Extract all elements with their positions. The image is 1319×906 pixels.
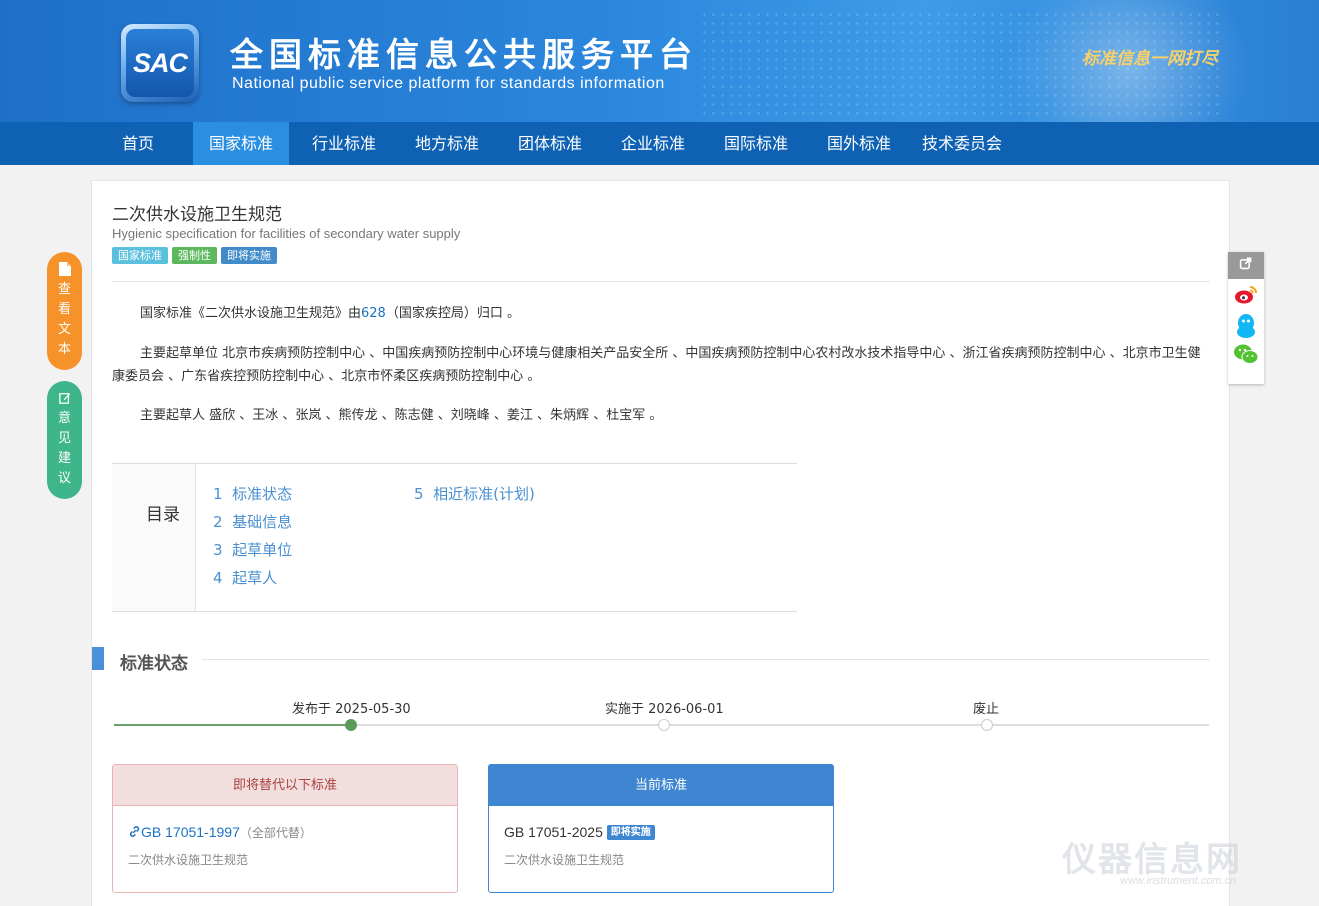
current-code-text: GB 17051-2025 [504,824,603,840]
toc-num: 2 [213,513,223,531]
timeline-label-implemented: 实施于 2026-06-01 [605,702,724,717]
toc-item-basic-info[interactable]: 2 基础信息 [213,511,292,532]
replaced-standard-link[interactable]: GB 17051-1997 [128,824,240,840]
link-icon [129,826,140,837]
timeline-label-abolished: 废止 [973,702,1000,717]
tag-upcoming: 即将实施 [221,247,277,264]
nav-item-home[interactable]: 首页 [104,122,172,165]
nav-item-foreign[interactable]: 国外标准 [811,122,907,165]
replaced-standard-code: GB 17051-1997（全部代替） [128,824,312,841]
toc-item-similar-standards[interactable]: 5 相近标准(计划) [414,483,535,504]
timeline-progress [114,724,351,726]
section-marker [92,647,104,670]
current-standard-code: GB 17051-2025 即将实施 [504,824,655,840]
nav-item-group[interactable]: 团体标准 [502,122,598,165]
toc-text: 标准状态 [232,485,293,503]
nav-item-national[interactable]: 国家标准 [193,122,289,165]
feedback-button[interactable]: 意 见 建 议 [47,381,82,499]
qq-icon[interactable] [1234,312,1258,340]
toc-num: 3 [213,541,223,559]
tag-national: 国家标准 [112,247,168,264]
replaced-standard-name: 二次供水设施卫生规范 [128,853,249,867]
standard-detail-card: 二次供水设施卫生规范 Hygienic specification for fa… [91,180,1230,906]
view-text-char: 查 [57,282,71,297]
toc-item-drafting-units[interactable]: 3 起草单位 [213,539,292,560]
intro-text: 国家标准《二次供水设施卫生规范》由 [140,306,362,321]
weibo-icon[interactable] [1233,284,1259,306]
committee-link[interactable]: 628 [361,306,386,321]
site-title-en: National public service platform for sta… [232,75,665,92]
toc-text: 相近标准(计划) [433,485,535,503]
upcoming-badge: 即将实施 [606,825,655,840]
intro-paragraph-drafters: 主要起草人 盛欣 、王冰 、张岚 、熊传龙 、陈志健 、刘晓峰 、姜江 、朱炳辉… [140,408,663,423]
table-of-contents: 目录 1 标准状态 2 基础信息 3 起草单位 4 起草人 5 相近标准(计划) [112,463,797,612]
current-standard-header: 当前标准 [489,765,833,806]
replaced-standards-box: 即将替代以下标准 GB 17051-1997（全部代替） 二次供水设施卫生规范 [112,764,458,893]
view-text-char: 本 [57,342,71,357]
view-text-button[interactable]: 查 看 文 本 [47,252,82,370]
nav-item-international[interactable]: 国际标准 [708,122,804,165]
view-text-char: 文 [57,322,71,337]
toc-text: 起草人 [232,569,278,587]
wechat-icon[interactable] [1232,342,1260,366]
toc-text: 基础信息 [232,513,293,531]
nav-item-industry[interactable]: 行业标准 [296,122,392,165]
feedback-char: 建 [57,451,71,466]
intro-paragraph-units: 主要起草单位 北京市疾病预防控制中心 、中国疾病预防控制中心环境与健康相关产品安… [112,346,1201,384]
tag-mandatory: 强制性 [172,247,217,264]
feedback-char: 意 [57,411,71,426]
slogan: 标准信息一网打尽 [1082,49,1218,69]
toc-label: 目录 [146,505,180,525]
replaced-code-text: GB 17051-1997 [141,824,240,840]
feedback-char: 见 [57,431,71,446]
timeline-dot-abolished [981,719,993,731]
timeline-dot-implemented [658,719,670,731]
divider [112,281,1210,282]
edit-icon [58,393,70,404]
replace-note: （全部代替） [239,826,312,840]
watermark-logo: 仪器信息网 [1062,840,1242,880]
toc-num: 4 [213,569,223,587]
toc-num: 1 [213,485,223,503]
share-bar [1228,252,1264,384]
current-standard-box: 当前标准 GB 17051-2025 即将实施 二次供水设施卫生规范 [488,764,834,893]
standard-title: 二次供水设施卫生规范 [112,205,282,225]
toc-item-status[interactable]: 1 标准状态 [213,483,292,504]
toc-text: 起草单位 [232,541,293,559]
standard-title-en: Hygienic specification for facilities of… [112,226,461,241]
timeline-label-published: 发布于 2025-05-30 [292,702,411,717]
intro-text: （国家疾控局）归口 。 [385,306,520,321]
toc-body: 1 标准状态 2 基础信息 3 起草单位 4 起草人 5 相近标准(计划) [196,464,797,611]
nav-item-local[interactable]: 地方标准 [399,122,495,165]
toc-num: 5 [414,485,424,503]
watermark-url: www.instrument.com.cn [1120,875,1237,887]
main-nav: 首页 国家标准 行业标准 地方标准 团体标准 企业标准 国际标准 国外标准 技术… [0,122,1319,165]
section-title-status: 标准状态 [120,654,188,674]
share-icon[interactable] [1228,252,1264,279]
nav-item-committee[interactable]: 技术委员会 [914,122,1010,165]
view-text-char: 看 [57,302,71,317]
timeline-dot-published [345,719,357,731]
standard-tags: 国家标准 强制性 即将实施 [112,247,277,264]
site-title: 全国标准信息公共服务平台 [230,35,698,74]
site-header: SAC 全国标准信息公共服务平台 National public service… [0,0,1319,122]
logo-text: SAC [132,48,188,78]
intro-paragraph-committee: 国家标准《二次供水设施卫生规范》由628（国家疾控局）归口 。 [112,302,1210,325]
toc-label-cell: 目录 [112,464,196,611]
nav-item-enterprise[interactable]: 企业标准 [605,122,701,165]
replaced-standards-header: 即将替代以下标准 [113,765,457,806]
toc-item-drafters[interactable]: 4 起草人 [213,567,277,588]
feedback-char: 议 [57,471,71,486]
document-icon [58,262,71,276]
sac-logo[interactable]: SAC [121,24,199,102]
section-divider [202,659,1210,660]
current-standard-name: 二次供水设施卫生规范 [504,853,625,867]
